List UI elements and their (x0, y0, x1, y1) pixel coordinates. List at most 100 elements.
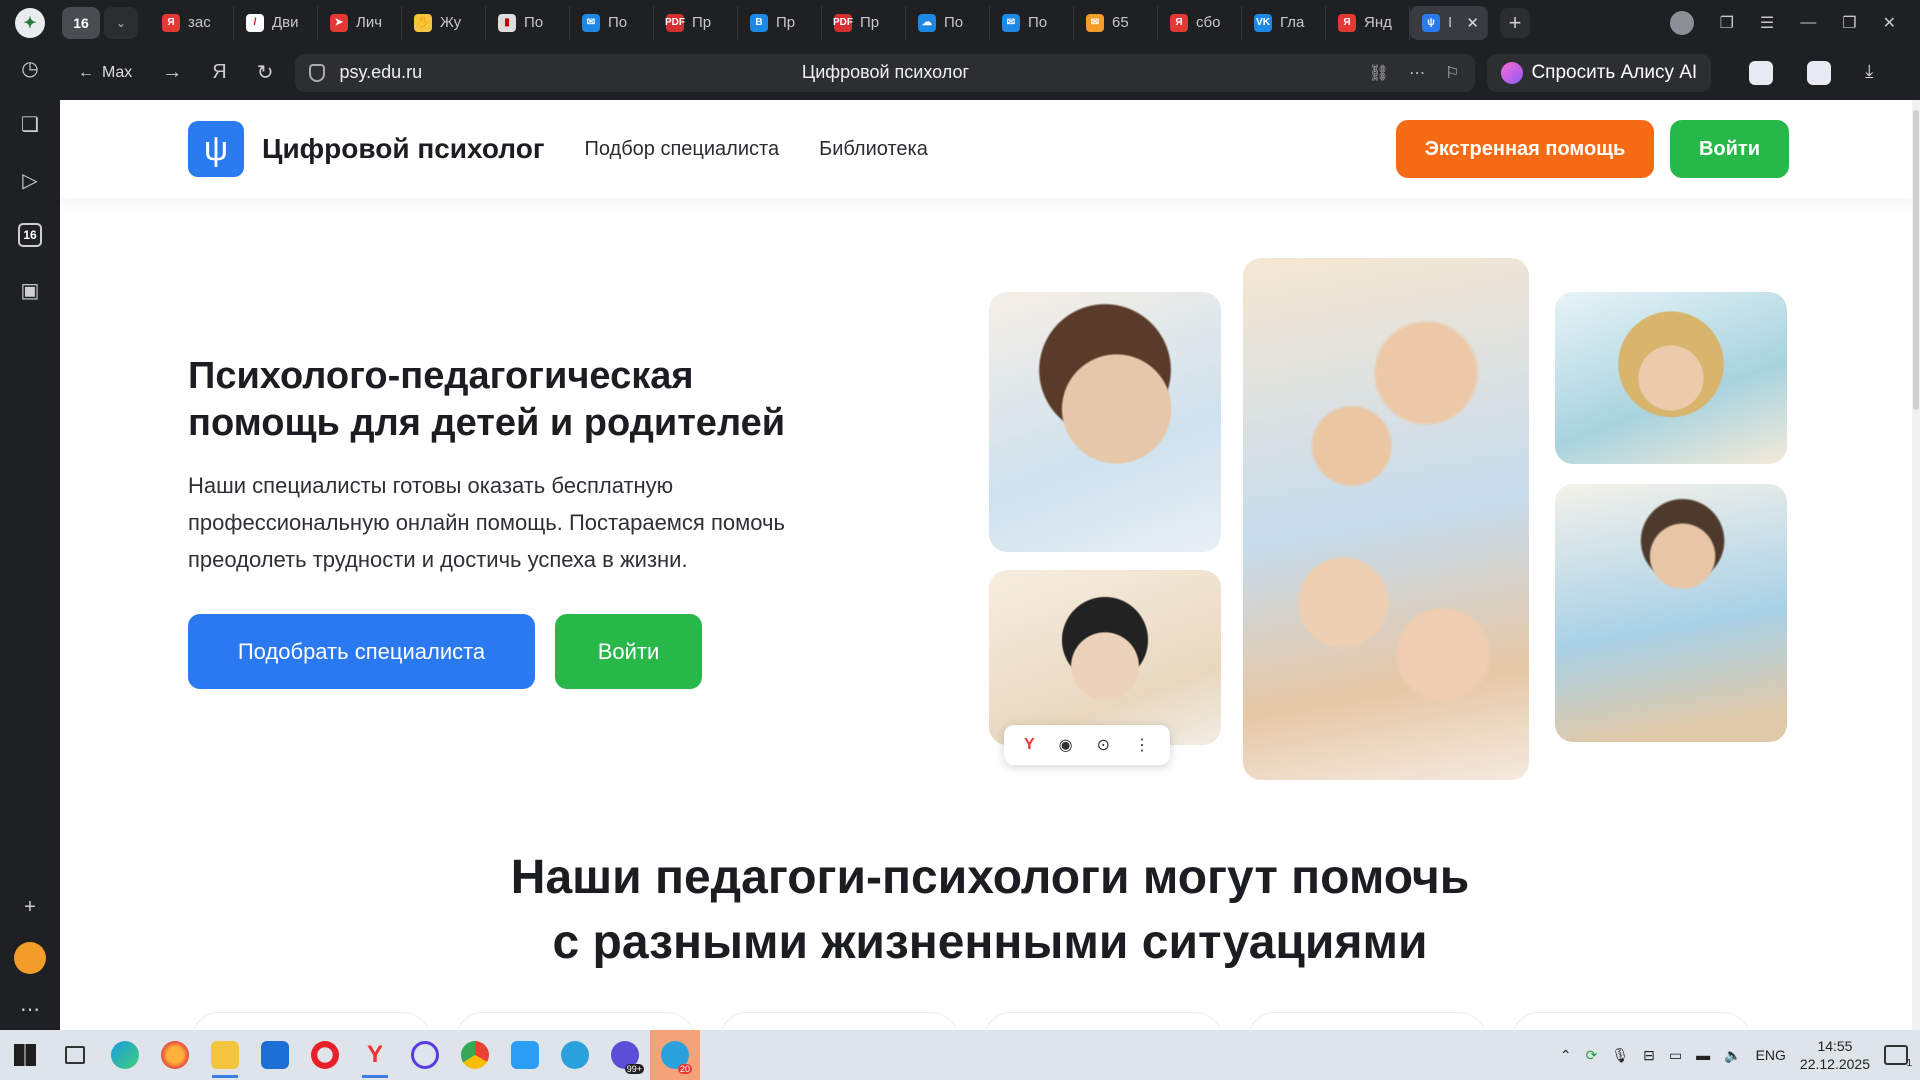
battery-icon[interactable]: ▬ (1696, 1047, 1710, 1063)
telegram-icon[interactable] (550, 1030, 600, 1080)
situation-card[interactable] (455, 1012, 695, 1030)
browser-tab[interactable]: Я Янд (1326, 5, 1410, 40)
more-icon[interactable]: ⋯ (17, 996, 43, 1022)
minimize-icon[interactable]: — (1800, 14, 1816, 32)
tab-label: По (524, 14, 544, 31)
nav-link-specialist[interactable]: Подбор специалиста (584, 138, 779, 161)
browser-tab[interactable]: ✉ 65 (1074, 5, 1158, 40)
yandex-icon[interactable]: Я (212, 61, 226, 84)
browser-tab[interactable]: PDF Пр (654, 5, 738, 40)
start-icon[interactable] (0, 1030, 50, 1080)
c-app-icon[interactable] (400, 1030, 450, 1080)
alice-button[interactable]: Спросить Алису AI (1487, 53, 1712, 92)
browser-tab[interactable]: VK Гла (1242, 5, 1326, 40)
browser-tab[interactable]: ▮ По (486, 5, 570, 40)
shield-icon[interactable] (309, 63, 326, 82)
translate-icon[interactable]: ⛓ (1369, 63, 1389, 83)
profile-avatar[interactable] (1669, 10, 1694, 35)
hero-description: Наши специалисты готовы оказать бесплатн… (188, 467, 888, 578)
task-view-icon[interactable] (50, 1030, 100, 1080)
tabs-panel-icon[interactable]: 16 (18, 223, 42, 247)
login-button[interactable]: Войти (1670, 120, 1789, 178)
screenshot-icon[interactable]: ▣ (17, 277, 43, 303)
close-icon[interactable]: ✕ (1466, 14, 1479, 32)
more-icon[interactable]: ⋯ (1409, 63, 1425, 83)
new-tab-button[interactable]: + (1500, 7, 1530, 38)
notification-icon[interactable]: 1 (1884, 1045, 1912, 1069)
browser-tab[interactable]: Язас (150, 5, 234, 40)
language-indicator[interactable]: ENG (1756, 1047, 1786, 1063)
browser-tab[interactable]: ☁ По (906, 5, 990, 40)
browser-menu-icon[interactable]: ✦ (0, 0, 60, 45)
browser-tab[interactable]: ✉ По (990, 5, 1074, 40)
situation-card[interactable] (983, 1012, 1223, 1030)
browser-tab[interactable]: ✉ По (570, 5, 654, 40)
play-icon[interactable]: ▷ (17, 167, 43, 193)
clock[interactable]: 14:55 22.12.2025 (1800, 1037, 1870, 1073)
menu-icon[interactable]: ☰ (1760, 13, 1774, 33)
scrollbar-thumb[interactable] (1913, 110, 1919, 410)
collections-icon[interactable]: ❏ (17, 111, 43, 137)
bookmark-icon[interactable]: ⚐ (1445, 63, 1459, 83)
yandex-browser-icon[interactable]: Y (350, 1030, 400, 1080)
nav-link-library[interactable]: Библиотека (819, 138, 928, 161)
tab-favicon-icon: Я (162, 13, 180, 32)
address-field[interactable]: psy.edu.ru Цифровой психолог ⛓ ⋯ ⚐ (295, 53, 1476, 92)
situation-card[interactable] (1511, 1012, 1751, 1030)
more-vertical-icon[interactable]: ⋮ (1134, 735, 1150, 755)
eye-icon[interactable]: ◉ (1059, 735, 1073, 755)
camera-icon[interactable]: ⊙ (1097, 735, 1110, 755)
section-title-line: Наши педагоги-психологи могут помочь (510, 851, 1470, 904)
situation-card[interactable] (191, 1012, 431, 1030)
chevron-down-icon[interactable]: ⌄ (104, 6, 138, 39)
forward-icon[interactable]: → (162, 61, 182, 84)
explorer-icon[interactable] (200, 1030, 250, 1080)
microphone-icon[interactable]: 🎙 (1611, 1047, 1629, 1064)
close-window-icon[interactable]: ✕ (1883, 13, 1896, 33)
emergency-button[interactable]: Экстренная помощь (1396, 120, 1654, 178)
extension-doc-icon[interactable] (1807, 60, 1832, 85)
logo-text[interactable]: Цифровой психолог (262, 133, 544, 165)
extension-icon[interactable] (1749, 60, 1774, 85)
restore-icon[interactable]: ❐ (1842, 13, 1856, 33)
situation-card[interactable] (719, 1012, 959, 1030)
firefox-icon[interactable] (150, 1030, 200, 1080)
telegram-active-icon[interactable]: 20 (650, 1030, 700, 1080)
browser-tab[interactable]: ➤ Лич (318, 5, 402, 40)
outlook-icon[interactable] (250, 1030, 300, 1080)
chrome-icon[interactable] (450, 1030, 500, 1080)
back-button[interactable]: ← Max (78, 64, 132, 82)
add-icon[interactable]: + (17, 894, 43, 920)
store-icon[interactable] (500, 1030, 550, 1080)
opera-icon[interactable] (300, 1030, 350, 1080)
network-icon[interactable]: ⊟ (1643, 1047, 1655, 1064)
tab-counter[interactable]: 16 (62, 6, 100, 39)
browser-tab[interactable]: Ясбо (1158, 5, 1242, 40)
tab-active[interactable]: ψ I ✕ (1410, 5, 1488, 40)
situation-card[interactable] (1247, 1012, 1487, 1030)
hero-title-line: Психолого-педагогическая (188, 355, 694, 397)
hero-login-button[interactable]: Войти (555, 614, 702, 689)
find-specialist-button[interactable]: Подобрать специалиста (188, 614, 535, 689)
download-icon[interactable]: ⤓ (1865, 61, 1873, 85)
logo-icon[interactable]: ψ (188, 121, 244, 177)
yandex-icon[interactable]: Y (1024, 736, 1035, 754)
mail-icon[interactable] (14, 942, 46, 974)
collections-icon[interactable]: ❐ (1720, 13, 1734, 33)
browser-tab[interactable]: PDF Пр (822, 5, 906, 40)
messenger-icon[interactable]: 99+ (600, 1030, 650, 1080)
shield-tray-icon[interactable]: ⟳ (1586, 1047, 1598, 1064)
reload-icon[interactable]: ↻ (257, 60, 274, 85)
monitor-icon[interactable]: ▭ (1669, 1047, 1682, 1064)
scrollbar[interactable] (1912, 100, 1920, 1030)
volume-icon[interactable]: 🔈 (1724, 1047, 1741, 1064)
chevron-up-icon[interactable]: ⌃ (1560, 1047, 1572, 1064)
extensions: ⤓ (1749, 60, 1873, 85)
time: 14:55 (1817, 1038, 1853, 1054)
browser-tab[interactable]: / Дви (234, 5, 318, 40)
browser-tab[interactable]: ✋ Жу (402, 5, 486, 40)
history-icon[interactable]: ◷ (17, 55, 43, 81)
browser-tab[interactable]: B Пр (738, 5, 822, 40)
edge-icon[interactable] (100, 1030, 150, 1080)
alice-icon (1501, 61, 1524, 84)
